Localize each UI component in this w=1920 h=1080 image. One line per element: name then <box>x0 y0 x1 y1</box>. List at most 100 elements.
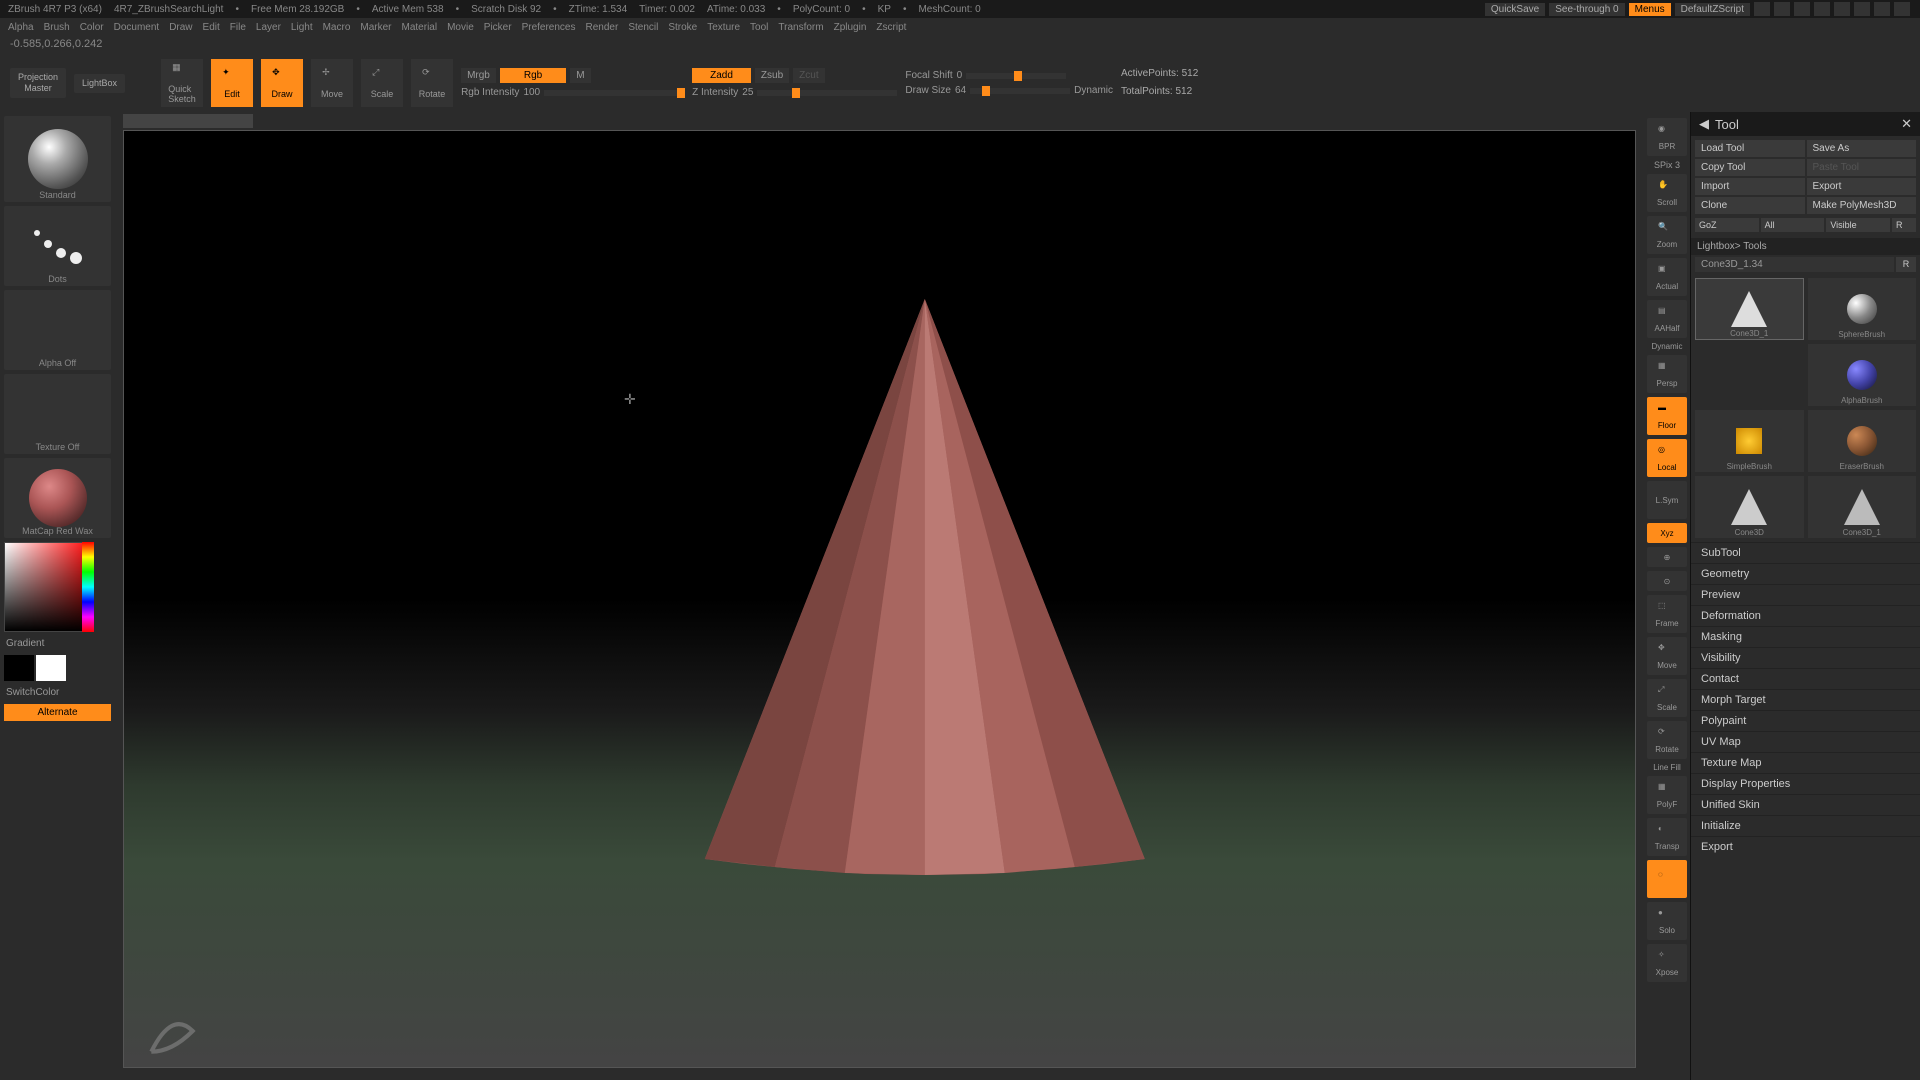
spix-slider[interactable]: SPix 3 <box>1654 160 1680 170</box>
nav-move-button[interactable]: ✥Move <box>1647 637 1687 675</box>
make-polymesh3d-button[interactable]: Make PolyMesh3D <box>1807 197 1917 214</box>
panel-close-icon[interactable]: ✕ <box>1901 116 1912 132</box>
lightbox-button[interactable]: LightBox <box>74 74 125 93</box>
menu-file[interactable]: File <box>230 22 246 33</box>
menu-picker[interactable]: Picker <box>484 22 512 33</box>
default-zscript[interactable]: DefaultZScript <box>1675 3 1750 16</box>
maximize-icon[interactable] <box>1874 2 1890 16</box>
quicksketch-button[interactable]: ▦Quick Sketch <box>161 59 203 107</box>
projection-master-button[interactable]: Projection Master <box>10 68 66 98</box>
texture-selector[interactable]: Texture Off <box>4 374 111 454</box>
nav-rotate-button[interactable]: ⟳Rotate <box>1647 721 1687 759</box>
tool-thumb-cone[interactable]: Cone3D_1 <box>1695 278 1804 340</box>
zoom-button[interactable]: 🔍Zoom <box>1647 216 1687 254</box>
section-uv-map[interactable]: UV Map <box>1691 731 1920 752</box>
aahalf-button[interactable]: ▤AAHalf <box>1647 300 1687 338</box>
switchcolor-button[interactable]: SwitchColor <box>4 685 111 700</box>
menu-movie[interactable]: Movie <box>447 22 474 33</box>
window-icon-3[interactable] <box>1794 2 1810 16</box>
scroll-button[interactable]: ✋Scroll <box>1647 174 1687 212</box>
move-button[interactable]: ✢Move <box>311 59 353 107</box>
m-button[interactable]: M <box>570 68 590 83</box>
collapse-arrow-icon[interactable]: ◀ <box>1699 116 1709 132</box>
save-as-button[interactable]: Save As <box>1807 140 1917 157</box>
menu-zscript[interactable]: Zscript <box>876 22 906 33</box>
polyf-button[interactable]: ▦PolyF <box>1647 776 1687 814</box>
paste-tool-button[interactable]: Paste Tool <box>1807 159 1917 176</box>
frame-button[interactable]: ⬚Frame <box>1647 595 1687 633</box>
window-icon-4[interactable] <box>1814 2 1830 16</box>
help-icon[interactable] <box>1834 2 1850 16</box>
tool-thumb-sphere[interactable]: SphereBrush <box>1808 278 1917 340</box>
tool-r-button[interactable]: R <box>1896 257 1916 272</box>
tool-thumb-eraser[interactable]: EraserBrush <box>1808 410 1917 472</box>
zsub-button[interactable]: Zsub <box>755 68 789 83</box>
menu-alpha[interactable]: Alpha <box>8 22 34 33</box>
secondary-color-swatch[interactable] <box>4 655 34 681</box>
load-tool-button[interactable]: Load Tool <box>1695 140 1805 157</box>
transp-button[interactable]: ◐Transp <box>1647 818 1687 856</box>
mrgb-button[interactable]: Mrgb <box>461 68 496 83</box>
section-display-properties[interactable]: Display Properties <box>1691 773 1920 794</box>
menu-transform[interactable]: Transform <box>778 22 823 33</box>
minimize-icon[interactable] <box>1854 2 1870 16</box>
tool-thumb-alpha[interactable]: AlphaBrush <box>1808 344 1917 406</box>
menu-macro[interactable]: Macro <box>323 22 351 33</box>
goz-all-button[interactable]: All <box>1761 218 1825 232</box>
tool-panel-header[interactable]: ◀ Tool ✕ <box>1691 112 1920 136</box>
seethrough-slider[interactable]: See-through 0 <box>1549 3 1624 16</box>
menu-draw[interactable]: Draw <box>169 22 192 33</box>
floor-button[interactable]: ▬Floor <box>1647 397 1687 435</box>
menu-brush[interactable]: Brush <box>44 22 70 33</box>
clone-button[interactable]: Clone <box>1695 197 1805 214</box>
solo-button[interactable]: ●Solo <box>1647 902 1687 940</box>
lightbox-tools-header[interactable]: Lightbox> Tools <box>1691 238 1920 255</box>
xpose-button[interactable]: ✧Xpose <box>1647 944 1687 982</box>
material-selector[interactable]: MatCap Red Wax <box>4 458 111 538</box>
menu-marker[interactable]: Marker <box>360 22 391 33</box>
section-deformation[interactable]: Deformation <box>1691 605 1920 626</box>
zadd-button[interactable]: Zadd <box>692 68 751 83</box>
section-geometry[interactable]: Geometry <box>1691 563 1920 584</box>
menu-light[interactable]: Light <box>291 22 313 33</box>
menu-render[interactable]: Render <box>586 22 619 33</box>
local-button[interactable]: ◎Local <box>1647 439 1687 477</box>
tool-thumb-cone3[interactable]: Cone3D_1 <box>1808 476 1917 538</box>
menu-tool[interactable]: Tool <box>750 22 768 33</box>
gradient-label[interactable]: Gradient <box>4 636 111 651</box>
draw-button[interactable]: ✥Draw <box>261 59 303 107</box>
copy-tool-button[interactable]: Copy Tool <box>1695 159 1805 176</box>
ghost-button[interactable]: ◌ <box>1647 860 1687 898</box>
goz-r-button[interactable]: R <box>1892 218 1916 232</box>
persp-button[interactable]: ▦Persp <box>1647 355 1687 393</box>
section-subtool[interactable]: SubTool <box>1691 542 1920 563</box>
section-masking[interactable]: Masking <box>1691 626 1920 647</box>
rgb-button[interactable]: Rgb <box>500 68 566 83</box>
cone-model[interactable] <box>644 299 1204 879</box>
import-button[interactable]: Import <box>1695 178 1805 195</box>
actual-button[interactable]: ▣Actual <box>1647 258 1687 296</box>
zcut-button[interactable]: Zcut <box>793 68 824 83</box>
section-contact[interactable]: Contact <box>1691 668 1920 689</box>
menu-color[interactable]: Color <box>80 22 104 33</box>
bpr-button[interactable]: ◉BPR <box>1647 118 1687 156</box>
tool-thumb-cone2[interactable]: Cone3D <box>1695 476 1804 538</box>
section-export[interactable]: Export <box>1691 836 1920 857</box>
menu-material[interactable]: Material <box>402 22 438 33</box>
menu-stroke[interactable]: Stroke <box>668 22 697 33</box>
z-intensity-slider[interactable] <box>757 90 897 96</box>
section-texture-map[interactable]: Texture Map <box>1691 752 1920 773</box>
menu-document[interactable]: Document <box>114 22 160 33</box>
window-icon-2[interactable] <box>1774 2 1790 16</box>
close-icon[interactable] <box>1894 2 1910 16</box>
nav-scale-button[interactable]: ⤢Scale <box>1647 679 1687 717</box>
menu-layer[interactable]: Layer <box>256 22 281 33</box>
alternate-button[interactable]: Alternate <box>4 704 111 721</box>
section-unified-skin[interactable]: Unified Skin <box>1691 794 1920 815</box>
section-morph-target[interactable]: Morph Target <box>1691 689 1920 710</box>
viewport-canvas[interactable]: ✛ <box>123 130 1636 1068</box>
goz-button[interactable]: GoZ <box>1695 218 1759 232</box>
center-button[interactable]: ⊕ <box>1647 547 1687 567</box>
tool-thumb-simple[interactable]: SimpleBrush <box>1695 410 1804 472</box>
section-visibility[interactable]: Visibility <box>1691 647 1920 668</box>
